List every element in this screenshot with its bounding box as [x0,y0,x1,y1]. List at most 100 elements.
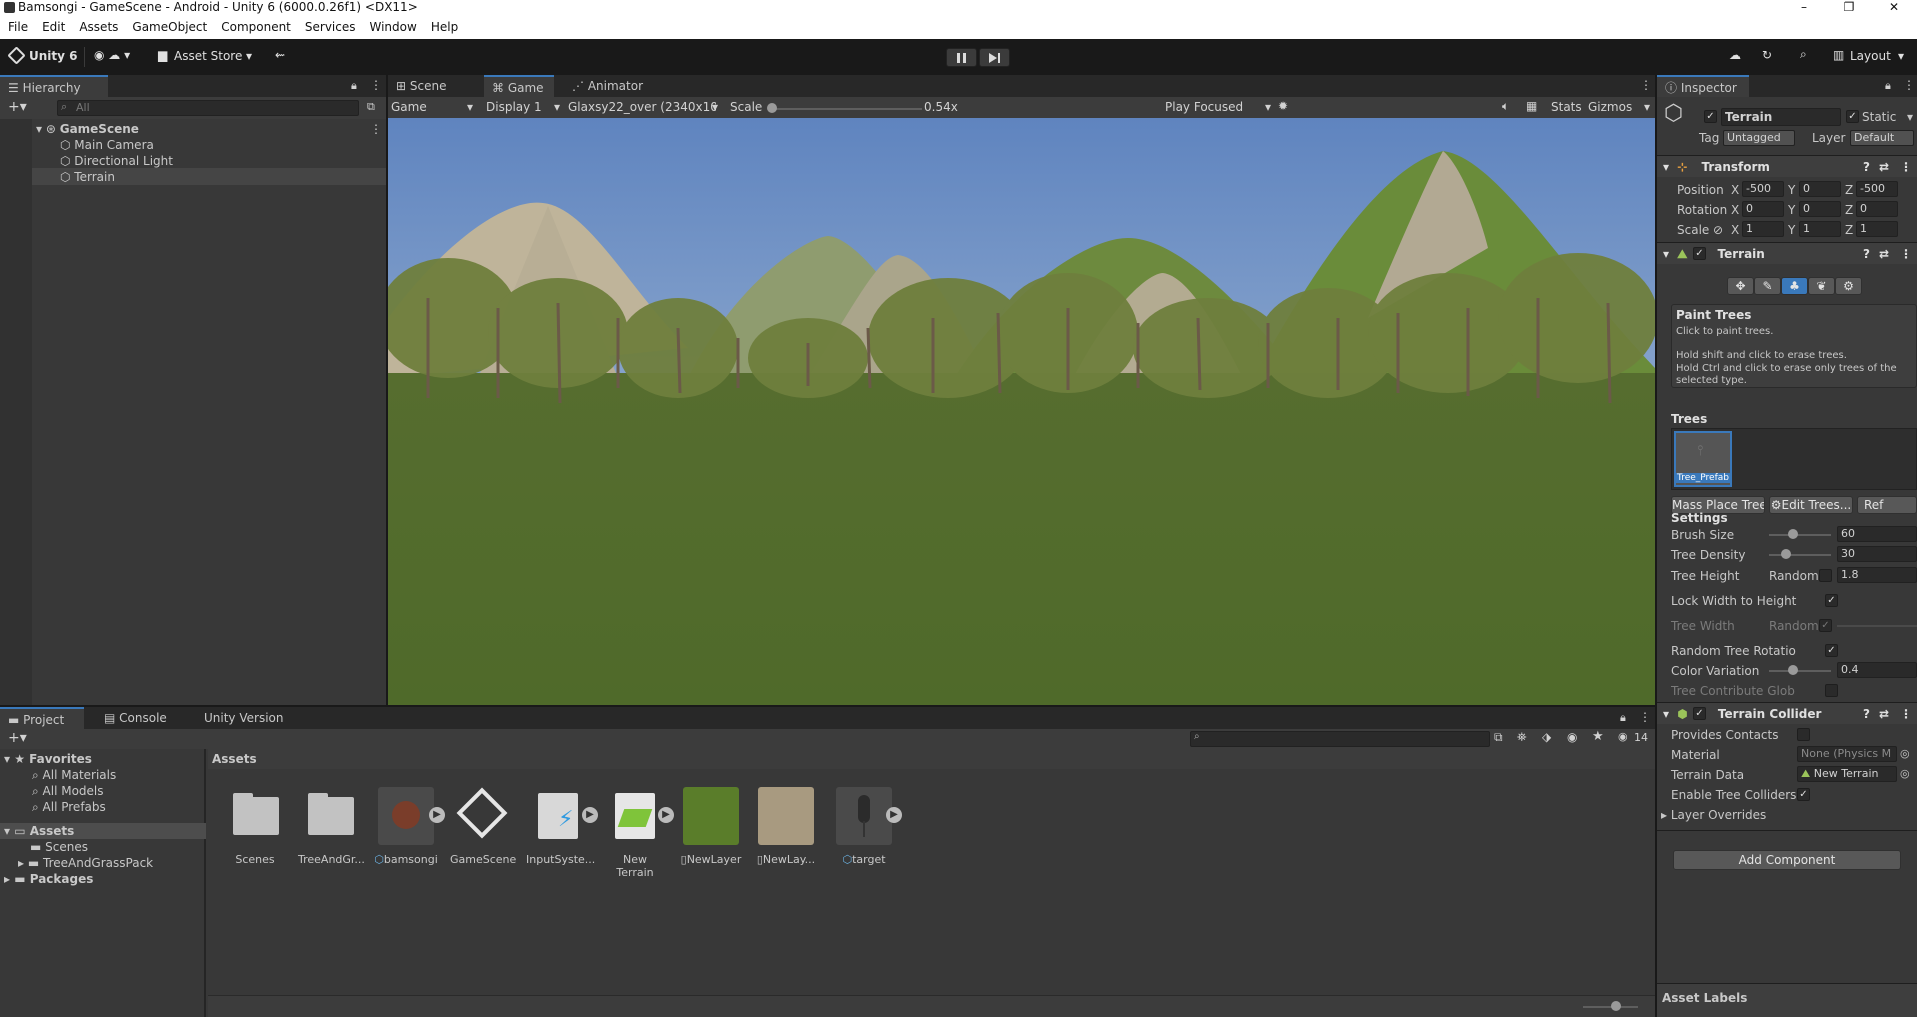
presets-icon[interactable]: ⇄ [1879,703,1889,725]
asset-new-terrain[interactable]: New Terrain [603,787,667,879]
layout-chevron-icon[interactable]: ▾ [1898,49,1904,63]
asset-newlayer-dirt[interactable]: ▯NewLay... [754,787,818,866]
provides-contacts-checkbox[interactable] [1797,728,1810,741]
object-picker-icon[interactable]: ◎ [1900,747,1910,760]
tab-hierarchy[interactable]: ☰ Hierarchy [0,75,108,97]
assets-root-row[interactable]: ▾ ▭ Assets [4,824,74,838]
create-plus-icon[interactable]: +▾ [8,730,27,746]
paint-terrain-tool-icon[interactable]: ✎ [1754,277,1781,295]
asset-labels-title[interactable]: Asset Labels [1662,991,1747,1005]
brush-size-slider-track[interactable] [1769,534,1831,536]
collider-enabled-checkbox[interactable]: ✓ [1693,707,1706,720]
expand-target-icon[interactable]: ▶ [886,807,902,823]
asset-newlayer-grass[interactable]: ▯NewLayer [679,787,743,866]
position-y-field[interactable]: 0 [1799,181,1841,197]
favorite-all-prefabs[interactable]: ⌕ All Prefabs [32,800,106,815]
more-options-icon[interactable]: ⋮ [1639,710,1651,724]
asset-inputsystem[interactable]: ⚡ InputSyste... [526,787,595,866]
game-mode-dropdown[interactable]: Game ▾ [391,100,475,114]
lock-icon[interactable]: 🔒︎ [1620,711,1626,725]
favorite-all-models[interactable]: ⌕ All Models [32,784,104,799]
material-field[interactable]: None (Physics M [1797,746,1897,762]
asset-store-dropdown-icon[interactable]: ▾ [246,49,252,63]
presets-icon[interactable]: ⇄ [1879,243,1889,265]
maximize-icon[interactable]: ❐ [1843,0,1855,15]
folder-scenes[interactable]: ▬ Scenes [30,840,88,854]
mute-audio-icon[interactable]: 🔈︎ [1502,99,1509,114]
project-search-input[interactable] [1190,731,1490,747]
account-icon[interactable]: ◉ ☁ ▾ [94,48,130,62]
paint-details-tool-icon[interactable]: ❦ [1808,277,1835,295]
packages-row[interactable]: ▸ ▬ Packages [4,872,93,886]
scene-menu-icon[interactable]: ⋮ [370,122,382,136]
help-icon[interactable]: ? [1863,243,1870,265]
terrain-collider-header[interactable]: ▾ ⬢ ✓ Terrain Collider ? ⇄ ⋮ [1657,702,1917,724]
tab-version-control[interactable]: Unity Version Control [196,707,336,747]
tree-height-field[interactable]: 1.8 [1837,567,1917,583]
menu-file[interactable]: File [8,15,28,39]
hierarchy-search-input[interactable]: All [57,100,359,116]
brush-size-slider-knob[interactable] [1788,529,1798,539]
create-plus-icon[interactable]: +▾ [8,99,27,115]
foldout-arrow-icon[interactable]: ▾ [1663,160,1669,174]
refresh-button[interactable]: Ref [1857,496,1917,514]
search-filter-icon[interactable]: ⧉ [367,100,375,114]
more-options-icon[interactable]: ⋮ [1903,78,1915,92]
tab-inspector[interactable]: ⓘ Inspector [1657,75,1749,97]
asset-target[interactable]: ⬡target [832,787,896,866]
scale-y-field[interactable]: 1 [1799,221,1841,237]
static-dropdown-icon[interactable]: ▾ [1907,110,1913,124]
tree-contribute-checkbox[interactable] [1825,684,1838,697]
tree-density-slider-knob[interactable] [1781,549,1791,559]
menu-edit[interactable]: Edit [42,15,65,39]
bug-icon[interactable]: ✹ [1278,99,1288,113]
search-by-tag-icon[interactable]: ⬗ [1542,730,1551,744]
tree-density-field[interactable]: 30 [1837,546,1917,562]
component-menu-icon[interactable]: ⋮ [1900,243,1912,265]
tree-prefab-thumbnail[interactable]: ⫯ Tree_Prefab [1674,431,1732,487]
favorite-all-materials[interactable]: ⌕ All Materials [32,768,116,783]
tab-scene[interactable]: ⊞ Scene [388,75,462,97]
hierarchy-item-main-camera[interactable]: ⬡ Main Camera [60,138,154,152]
terrain-enabled-checkbox[interactable]: ✓ [1693,247,1706,260]
help-icon[interactable]: ? [1863,703,1870,725]
terrain-settings-tool-icon[interactable]: ⚙ [1835,277,1862,295]
version-control-icon[interactable]: ⇜ [275,48,285,62]
tab-project[interactable]: ▬ Project [0,707,84,729]
hierarchy-item-terrain[interactable]: ⬡ Terrain [60,170,115,184]
add-component-button[interactable]: Add Component [1673,850,1901,870]
rotation-z-field[interactable]: 0 [1856,201,1898,217]
more-options-icon[interactable]: ⋮ [370,78,382,92]
object-name-field[interactable]: Terrain [1721,108,1841,126]
visibility-eye-icon[interactable]: ◉ [1618,730,1628,743]
asset-gamescene[interactable]: GameScene [450,787,516,866]
tree-width-random-checkbox[interactable]: ✓ [1819,619,1832,632]
history-icon[interactable]: ↻ [1762,48,1772,62]
color-variation-field[interactable]: 0.4 [1837,662,1917,678]
terrain-data-field[interactable]: ⛰ New Terrain [1797,766,1897,782]
active-checkbox[interactable]: ✓ [1704,110,1717,123]
play-focused-dropdown[interactable]: Play Focused ▾ [1165,100,1273,114]
search-by-label-icon[interactable]: ⛯ [1517,730,1527,745]
expand-arrow-icon[interactable]: ▾ [36,122,46,136]
expand-terrain-icon[interactable]: ▶ [658,807,674,823]
folder-treeandgrasspack[interactable]: ▸ ▬ TreeAndGrassPack [18,856,153,870]
edit-trees-button[interactable]: ⚙Edit Trees... [1769,496,1853,514]
favorite-star-icon[interactable]: ★ [1592,729,1604,744]
scene-row[interactable]: ▾ ⊛ GameScene [36,122,139,136]
foldout-arrow-icon[interactable]: ▾ [1663,707,1669,721]
expand-prefab-icon[interactable]: ▶ [429,807,445,823]
unity-account-button[interactable]: Unity 6 [29,49,78,63]
warning-icon[interactable]: ◉ [1567,730,1577,744]
grid-icon[interactable]: ▦ [1526,99,1537,113]
menu-window[interactable]: Window [370,15,417,39]
color-variation-slider-knob[interactable] [1788,665,1798,675]
menu-services[interactable]: Services [305,15,356,39]
search-icon[interactable]: ⌕ [1800,47,1807,62]
cloud-icon[interactable]: ☁ [1729,48,1741,62]
menu-assets[interactable]: Assets [79,15,118,39]
menu-component[interactable]: Component [221,15,291,39]
scale-slider-track[interactable] [772,108,922,110]
foldout-arrow-icon[interactable]: ▾ [1663,247,1669,261]
hierarchy-item-directional-light[interactable]: ⬡ Directional Light [60,154,173,168]
